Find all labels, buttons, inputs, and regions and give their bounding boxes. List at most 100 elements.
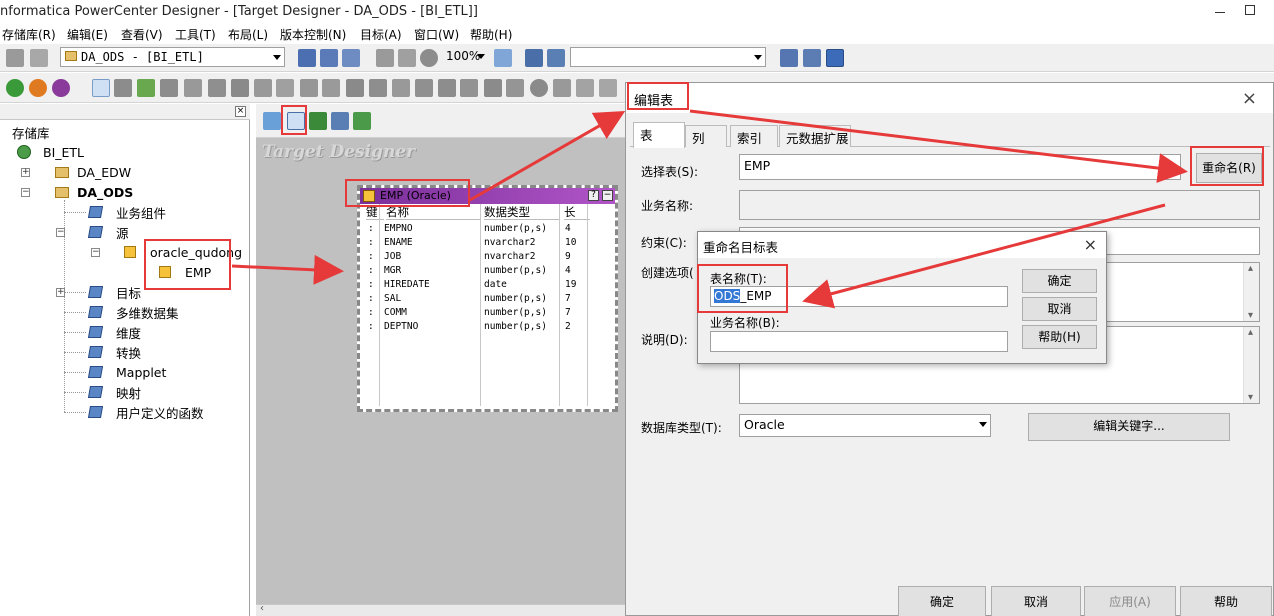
workflow-manager-icon[interactable] <box>29 79 47 97</box>
tree-business-components[interactable]: 业务组件 <box>87 202 166 222</box>
joiner-icon[interactable] <box>346 79 364 97</box>
tree-folder-da-edw[interactable]: DA_EDW <box>55 162 131 182</box>
mapplet-input-icon[interactable] <box>484 79 502 97</box>
target-properties-icon[interactable] <box>353 112 371 130</box>
tab-table[interactable]: 表 <box>633 122 685 148</box>
ok-button[interactable]: 确定 <box>1022 269 1097 293</box>
find-in-workspace-icon[interactable] <box>525 49 543 67</box>
table-row[interactable]: : EMPNO number(p,s) 4 <box>360 222 615 236</box>
update-strategy-icon[interactable] <box>392 79 410 97</box>
layout-icon[interactable] <box>826 49 844 67</box>
table-row[interactable]: : SAL number(p,s) 7 <box>360 292 615 306</box>
tab-metadata-extensions[interactable]: 元数据扩展 <box>779 125 851 147</box>
navigator-close-button[interactable]: × <box>235 106 246 117</box>
menu-tools[interactable]: 工具(T) <box>175 26 216 43</box>
sequence-icon[interactable] <box>322 79 340 97</box>
xml-source-qualifier-icon[interactable] <box>576 79 594 97</box>
mapplet-output-icon[interactable] <box>506 79 524 97</box>
cascade-icon[interactable] <box>803 49 821 67</box>
search-combo[interactable] <box>570 47 766 67</box>
generate-sql-icon[interactable] <box>331 112 349 130</box>
menu-repository[interactable]: 存储库(R) <box>2 26 56 43</box>
normalizer-icon[interactable] <box>160 79 178 97</box>
expression-icon[interactable] <box>184 79 202 97</box>
table-row[interactable]: : HIREDATE date 19 <box>360 278 615 292</box>
app-source-qualifier-icon[interactable] <box>599 79 617 97</box>
import-from-database-icon[interactable] <box>263 112 281 130</box>
target-table-emp[interactable]: EMP (Oracle) ? − 键 名称 数据类型 长 : EMPNO numbe… <box>357 185 618 412</box>
edit-keywords-button[interactable]: 编辑关键字... <box>1028 413 1230 441</box>
stored-procedure-icon[interactable] <box>530 79 548 97</box>
create-options-scrollbar[interactable] <box>1243 263 1259 321</box>
menu-edit[interactable]: 编辑(E) <box>67 26 108 43</box>
transaction-control-icon[interactable] <box>460 79 478 97</box>
table-minimize-button[interactable]: − <box>602 190 613 201</box>
tree-targets[interactable]: 目标 <box>87 282 141 302</box>
sorter-icon[interactable] <box>254 79 272 97</box>
arrange-iconic-icon[interactable] <box>398 49 416 67</box>
table-row[interactable]: : MGR number(p,s) 4 <box>360 264 615 278</box>
menu-version-control[interactable]: 版本控制(N) <box>280 26 346 43</box>
create-target-from-source-icon[interactable] <box>309 112 327 130</box>
minimize-button[interactable] <box>1210 2 1230 20</box>
zoom-combo[interactable]: 100% <box>442 47 488 67</box>
table-help-button[interactable]: ? <box>588 190 599 201</box>
tab-indexes[interactable]: 索引 <box>730 125 778 147</box>
tree-mapplets[interactable]: Mapplet <box>87 362 166 382</box>
import-icon[interactable] <box>137 79 155 97</box>
designer-icon[interactable] <box>6 79 24 97</box>
tree-folder-da-ods[interactable]: DA_ODS <box>55 182 133 202</box>
navigator-toggle-icon[interactable] <box>298 49 316 67</box>
sql-icon[interactable] <box>553 79 571 97</box>
close-icon[interactable]: × <box>1242 88 1257 109</box>
zoom-icon[interactable] <box>420 49 438 67</box>
collapse-oracle-icon[interactable]: − <box>91 248 100 257</box>
tree-dimensions[interactable]: 维度 <box>87 322 141 342</box>
ok-button[interactable]: 确定 <box>898 586 986 616</box>
description-scrollbar[interactable] <box>1243 327 1259 403</box>
collapse-da-ods-icon[interactable]: − <box>21 188 30 197</box>
output-toggle-icon[interactable] <box>320 49 338 67</box>
tree-udf[interactable]: 用户定义的函数 <box>87 402 204 422</box>
table-row[interactable]: : ENAME nvarchar2 10 <box>360 236 615 250</box>
pointer-icon[interactable] <box>92 79 110 97</box>
tree-sources[interactable]: 源 <box>87 222 129 242</box>
disconnect-icon[interactable] <box>30 49 48 67</box>
connect-icon[interactable] <box>6 49 24 67</box>
cancel-button[interactable]: 取消 <box>1022 297 1097 321</box>
filter-icon[interactable] <box>208 79 226 97</box>
scale-to-fit-icon[interactable] <box>494 49 512 67</box>
router-icon[interactable] <box>369 79 387 97</box>
cancel-button[interactable]: 取消 <box>991 586 1081 616</box>
menu-targets[interactable]: 目标(A) <box>360 26 402 43</box>
tree-transformations[interactable]: 转换 <box>87 342 141 362</box>
menu-layout[interactable]: 布局(L) <box>228 26 268 43</box>
tile-icon[interactable] <box>780 49 798 67</box>
table-row[interactable]: : JOB nvarchar2 9 <box>360 250 615 264</box>
rank-icon[interactable] <box>276 79 294 97</box>
procedure-icon[interactable] <box>300 79 318 97</box>
tree-root[interactable]: 存储库 <box>12 122 50 142</box>
arrange-icon[interactable] <box>376 49 394 67</box>
maximize-button[interactable] <box>1245 5 1255 15</box>
union-icon[interactable] <box>438 79 456 97</box>
folder-combo[interactable]: DA_ODS - [BI_ETL] <box>60 47 285 67</box>
collapse-sources-icon[interactable]: − <box>56 228 65 237</box>
tree-cubes[interactable]: 多维数据集 <box>87 302 179 322</box>
workspace-scrollbar[interactable]: ‹ <box>256 603 626 616</box>
menu-view[interactable]: 查看(V) <box>121 26 163 43</box>
apply-button[interactable]: 应用(A) <box>1084 586 1176 616</box>
business-name-input[interactable] <box>710 331 1008 352</box>
help-button[interactable]: 帮助 <box>1180 586 1272 616</box>
monitor-icon[interactable] <box>52 79 70 97</box>
lookup-icon[interactable] <box>415 79 433 97</box>
overview-icon[interactable] <box>342 49 360 67</box>
aggregator-icon[interactable] <box>231 79 249 97</box>
table-row[interactable]: : COMM number(p,s) 7 <box>360 306 615 320</box>
select-table-field[interactable]: EMP <box>739 154 1181 180</box>
menu-help[interactable]: 帮助(H) <box>470 26 512 43</box>
expand-targets-icon[interactable]: + <box>56 288 65 297</box>
expand-da-edw-icon[interactable]: + <box>21 168 30 177</box>
business-name-field[interactable] <box>739 190 1260 220</box>
table-row[interactable]: : DEPTNO number(p,s) 2 <box>360 320 615 334</box>
